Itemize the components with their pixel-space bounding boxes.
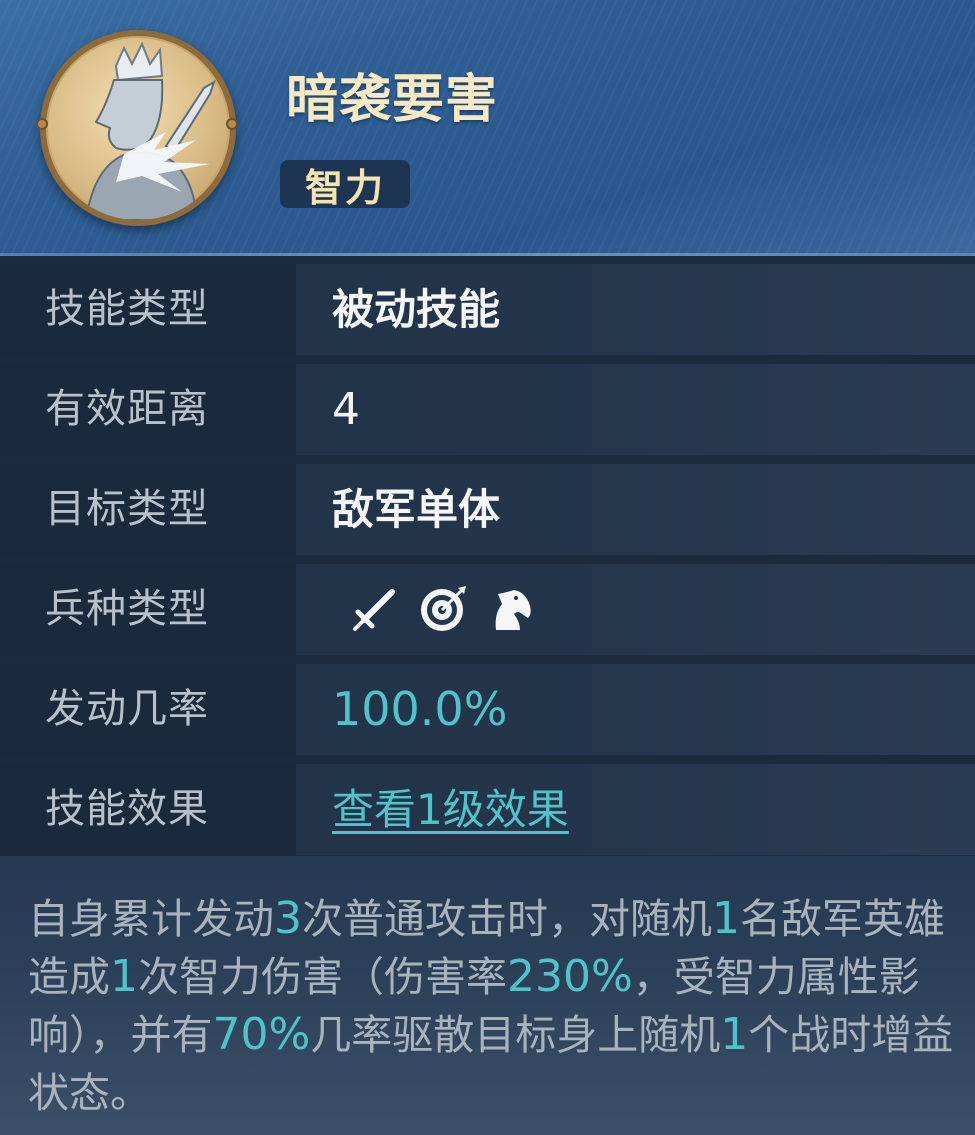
row-label: 技能类型 xyxy=(45,286,209,332)
target-bow-icon xyxy=(418,584,468,634)
row-troop-type: 兵种类型 xyxy=(0,564,975,655)
row-skill-type: 技能类型 被动技能 xyxy=(0,264,975,355)
row-trigger-rate: 发动几率 100.0% xyxy=(0,664,975,755)
skill-description: 自身累计发动3次普通攻击时，对随机1名敌军英雄造成1次智力伤害（伤害率230%，… xyxy=(28,893,954,1117)
attribute-tag: 智力 xyxy=(280,160,410,210)
row-skill-effect: 技能效果 查看1级效果 xyxy=(0,764,975,855)
row-label: 有效距离 xyxy=(45,386,209,432)
trigger-rate-value: 100.0% xyxy=(332,682,508,736)
target-type-value: 敌军单体 xyxy=(332,485,501,534)
troop-type-icons xyxy=(350,584,536,634)
row-label: 发动几率 xyxy=(45,686,209,732)
view-level-effect-link[interactable]: 查看1级效果 xyxy=(332,764,569,855)
row-range: 有效距离 4 xyxy=(0,364,975,455)
skill-type-value: 被动技能 xyxy=(332,285,501,334)
sword-icon xyxy=(350,584,400,634)
skill-name: 暗袭要害 xyxy=(286,70,499,130)
portrait-rivet xyxy=(226,118,238,130)
range-value: 4 xyxy=(332,384,360,435)
king-statue-icon xyxy=(84,41,216,220)
row-label: 兵种类型 xyxy=(45,586,209,632)
row-label: 技能效果 xyxy=(45,786,209,832)
portrait-rivet xyxy=(36,118,48,130)
skill-header: 暗袭要害 智力 xyxy=(0,0,975,256)
horse-icon xyxy=(486,584,536,634)
row-label: 目标类型 xyxy=(45,486,209,532)
row-target-type: 目标类型 敌军单体 xyxy=(0,464,975,555)
skill-info-table: 技能类型 被动技能 有效距离 4 目标类型 敌军单体 兵种类型 发动几率 100… xyxy=(0,264,975,864)
skill-portrait xyxy=(40,30,236,226)
